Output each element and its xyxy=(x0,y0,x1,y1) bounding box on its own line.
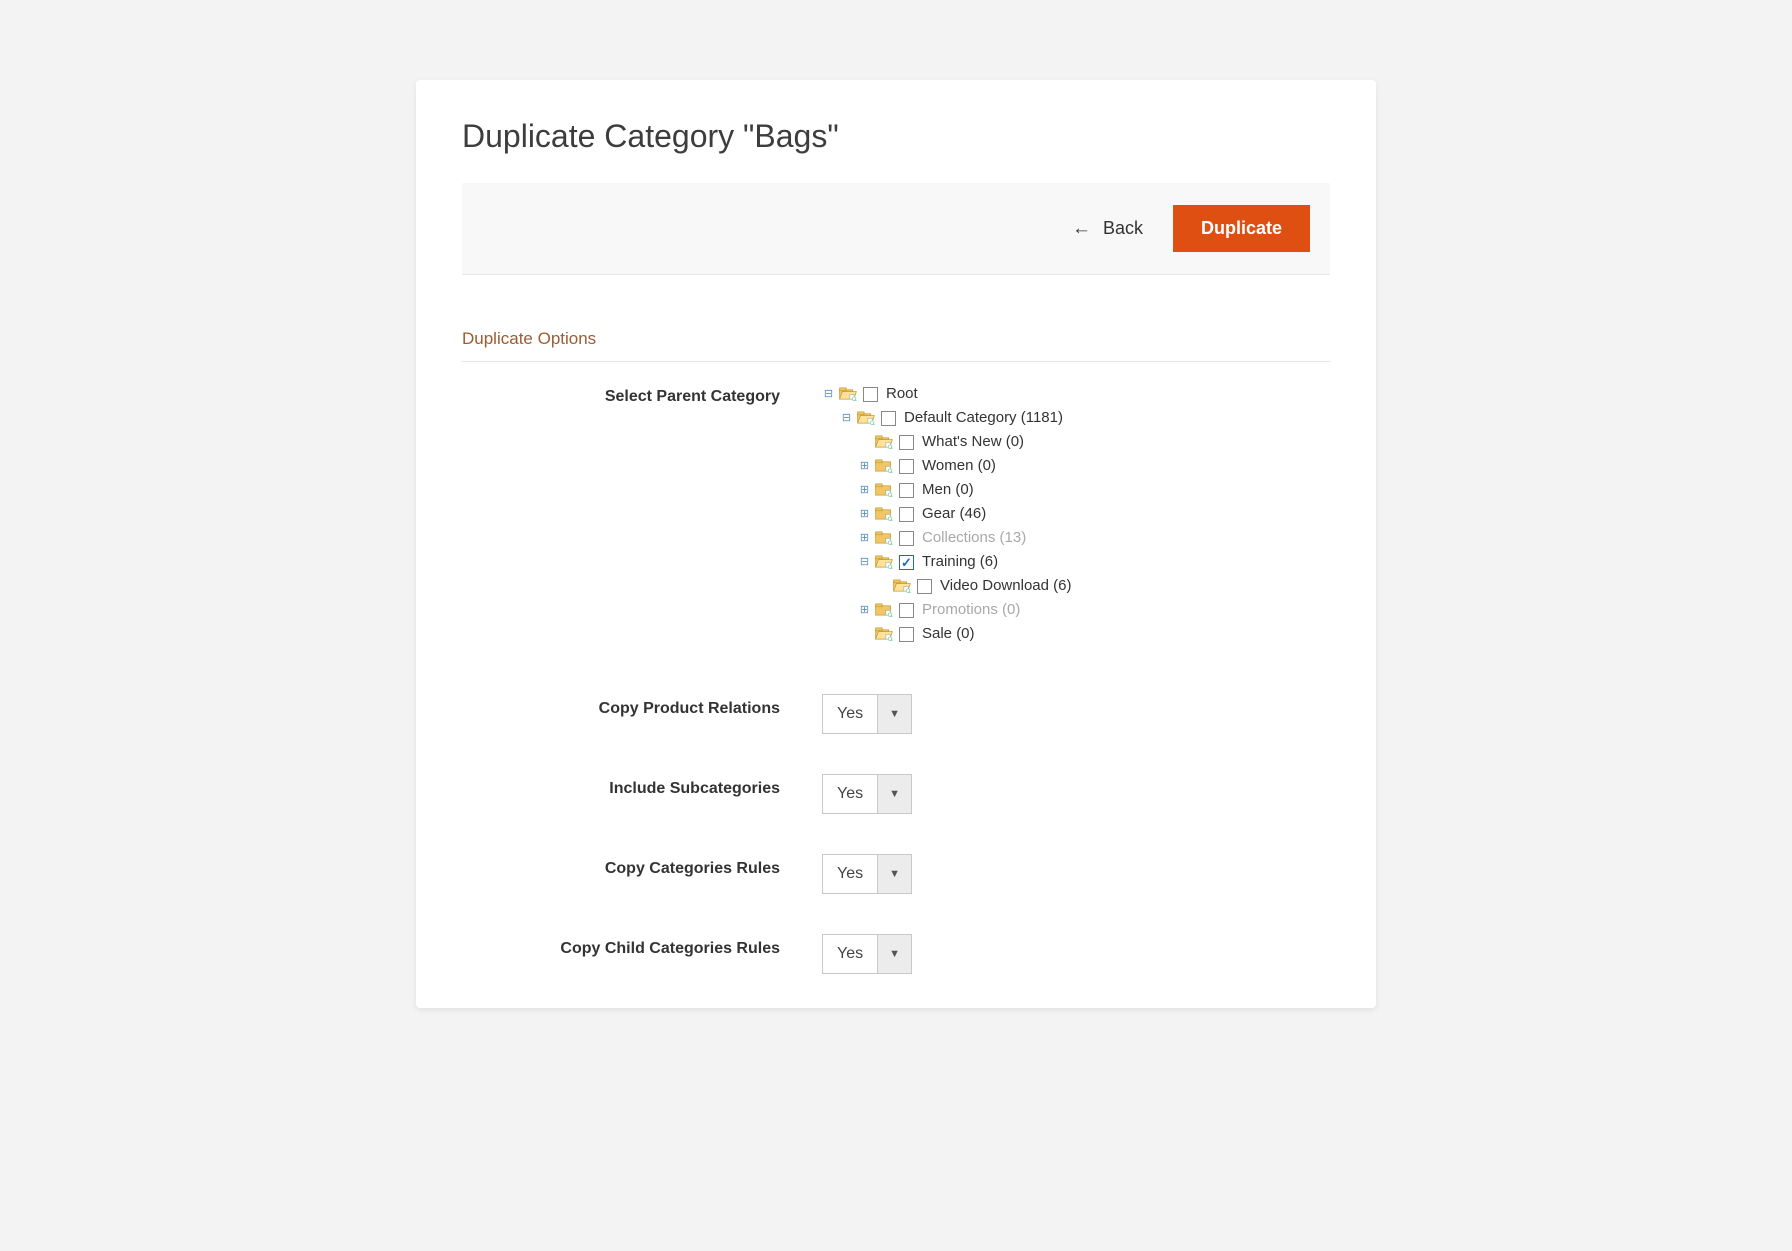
folder-open-icon xyxy=(875,627,893,641)
plus-icon[interactable]: ⊞ xyxy=(858,460,871,473)
include-subcategories-label: Include Subcategories xyxy=(462,774,822,798)
tree-node-label: Men (0) xyxy=(922,480,974,500)
tree-node-label: Default Category (1181) xyxy=(904,408,1063,428)
tree-node-collections[interactable]: ⊞ Collections (13) xyxy=(858,526,1330,550)
checkbox[interactable] xyxy=(899,555,914,570)
checkbox[interactable] xyxy=(917,579,932,594)
select-value: Yes xyxy=(823,775,877,813)
select-value: Yes xyxy=(823,935,877,973)
tree-node-label: Root xyxy=(886,384,918,404)
tree-node-whats-new[interactable]: ⊞ What's New (0) xyxy=(858,430,1330,454)
tree-node-label: Training (6) xyxy=(922,552,998,572)
plus-icon[interactable]: ⊞ xyxy=(858,484,871,497)
minus-icon[interactable]: ⊟ xyxy=(840,412,853,425)
minus-icon[interactable]: ⊟ xyxy=(858,556,871,569)
tree-node-promotions[interactable]: ⊞ Promotions (0) xyxy=(858,598,1330,622)
plus-icon[interactable]: ⊞ xyxy=(858,508,871,521)
checkbox[interactable] xyxy=(899,435,914,450)
tree-node-sale[interactable]: ⊞ Sale (0) xyxy=(858,622,1330,646)
chevron-down-icon: ▼ xyxy=(877,935,911,973)
checkbox[interactable] xyxy=(899,483,914,498)
folder-closed-icon xyxy=(875,507,893,521)
copy-child-categories-rules-label: Copy Child Categories Rules xyxy=(462,934,822,958)
toggle-spacer: ⊞ xyxy=(876,580,889,593)
checkbox[interactable] xyxy=(863,387,878,402)
folder-open-icon xyxy=(839,387,857,401)
tree-node-root[interactable]: ⊟ Root xyxy=(822,382,1330,406)
tree-node-gear[interactable]: ⊞ Gear (46) xyxy=(858,502,1330,526)
checkbox[interactable] xyxy=(899,531,914,546)
tree-node-women[interactable]: ⊞ Women (0) xyxy=(858,454,1330,478)
copy-categories-rules-select[interactable]: Yes ▼ xyxy=(822,854,912,894)
include-subcategories-select[interactable]: Yes ▼ xyxy=(822,774,912,814)
plus-icon[interactable]: ⊞ xyxy=(858,604,871,617)
page-title: Duplicate Category "Bags" xyxy=(462,118,1330,155)
toggle-spacer: ⊞ xyxy=(858,628,871,641)
tree-node-training[interactable]: ⊟ Training (6) xyxy=(858,550,1330,574)
tree-node-men[interactable]: ⊞ Men (0) xyxy=(858,478,1330,502)
folder-open-icon xyxy=(875,555,893,569)
tree-node-label: Video Download (6) xyxy=(940,576,1071,596)
checkbox[interactable] xyxy=(899,627,914,642)
chevron-down-icon: ▼ xyxy=(877,855,911,893)
select-value: Yes xyxy=(823,855,877,893)
chevron-down-icon: ▼ xyxy=(877,695,911,733)
tree-node-label: Sale (0) xyxy=(922,624,975,644)
checkbox[interactable] xyxy=(899,603,914,618)
arrow-left-icon: ← xyxy=(1072,219,1091,238)
copy-child-categories-rules-select[interactable]: Yes ▼ xyxy=(822,934,912,974)
tree-node-label: Gear (46) xyxy=(922,504,986,524)
copy-product-relations-select[interactable]: Yes ▼ xyxy=(822,694,912,734)
back-button[interactable]: ← Back xyxy=(1068,210,1147,247)
dialog-card: Duplicate Category "Bags" ← Back Duplica… xyxy=(416,80,1376,1008)
back-button-label: Back xyxy=(1103,218,1143,239)
section-title: Duplicate Options xyxy=(462,329,1330,362)
tree-node-label: What's New (0) xyxy=(922,432,1024,452)
folder-closed-icon xyxy=(875,531,893,545)
tree-node-label: Promotions (0) xyxy=(922,600,1020,620)
folder-closed-icon xyxy=(875,603,893,617)
copy-product-relations-label: Copy Product Relations xyxy=(462,694,822,718)
checkbox[interactable] xyxy=(899,459,914,474)
select-parent-category-label: Select Parent Category xyxy=(462,382,822,406)
folder-closed-icon xyxy=(875,459,893,473)
checkbox[interactable] xyxy=(881,411,896,426)
checkbox[interactable] xyxy=(899,507,914,522)
folder-open-icon xyxy=(857,411,875,425)
tree-node-label: Collections (13) xyxy=(922,528,1026,548)
folder-closed-icon xyxy=(875,483,893,497)
category-tree: ⊟ Root ⊟ Default Categor xyxy=(822,382,1330,646)
tree-node-label: Women (0) xyxy=(922,456,996,476)
minus-icon[interactable]: ⊟ xyxy=(822,388,835,401)
plus-icon[interactable]: ⊞ xyxy=(858,532,871,545)
duplicate-button[interactable]: Duplicate xyxy=(1173,205,1310,252)
folder-open-icon xyxy=(875,435,893,449)
select-value: Yes xyxy=(823,695,877,733)
tree-node-video-download[interactable]: ⊞ Video Download (6) xyxy=(876,574,1330,598)
folder-open-icon xyxy=(893,579,911,593)
toolbar: ← Back Duplicate xyxy=(462,183,1330,275)
tree-node-default-category[interactable]: ⊟ Default Category (1181) xyxy=(840,406,1330,430)
chevron-down-icon: ▼ xyxy=(877,775,911,813)
copy-categories-rules-label: Copy Categories Rules xyxy=(462,854,822,878)
toggle-spacer: ⊞ xyxy=(858,436,871,449)
